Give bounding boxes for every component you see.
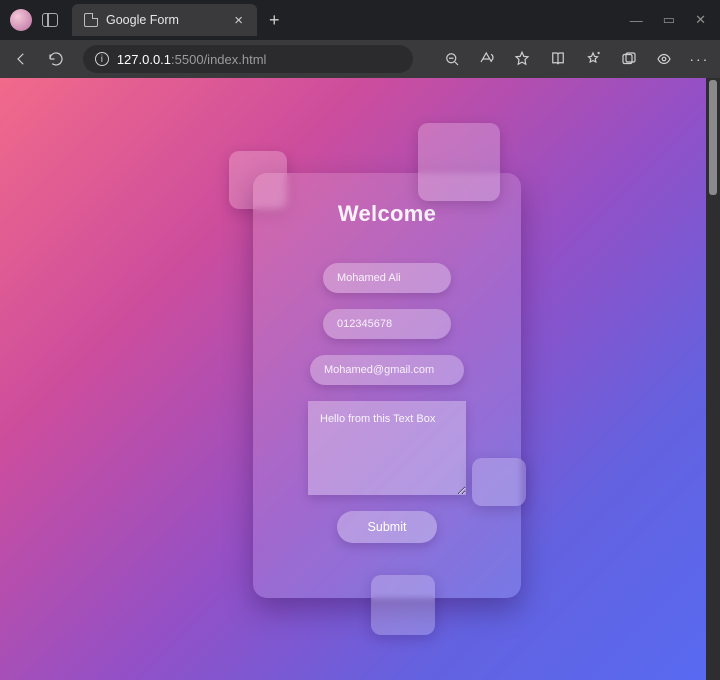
address-host: 127.0.0.1 [117,52,171,67]
submit-button[interactable]: Submit [337,511,437,543]
favorites-bar-icon[interactable] [582,46,603,72]
more-menu-icon[interactable]: ··· [689,46,710,72]
browser-tab[interactable]: Google Form × [72,4,257,36]
window-close-button[interactable]: ✕ [695,12,706,28]
zoom-icon[interactable] [441,46,462,72]
back-button[interactable] [10,46,31,72]
read-aloud-icon[interactable] [476,46,497,72]
decor-square-top-right [418,123,500,201]
tab-actions-icon[interactable] [42,13,58,27]
browser-titlebar: Google Form × + — ▭ ✕ [0,0,720,40]
browser-toolbar: i 127.0.0.1:5500/index.html ··· [0,40,720,78]
tab-close-button[interactable]: × [232,12,245,29]
site-info-icon[interactable]: i [95,52,109,66]
vertical-scrollbar[interactable] [706,78,720,680]
window-minimize-button[interactable]: — [630,13,643,28]
page-body: Welcome Submit [0,78,706,680]
name-input[interactable] [323,263,451,293]
collections-icon[interactable] [618,46,639,72]
address-rest: :5500/index.html [171,52,266,67]
reading-list-icon[interactable] [547,46,568,72]
welcome-card: Welcome Submit [253,173,521,598]
decor-square-middle-right [472,458,526,506]
profile-avatar-icon[interactable] [10,9,32,31]
form-heading: Welcome [338,201,436,227]
address-bar[interactable]: i 127.0.0.1:5500/index.html [83,45,413,73]
phone-input[interactable] [323,309,451,339]
refresh-button[interactable] [45,46,66,72]
page-icon [84,13,98,27]
message-textarea[interactable] [308,401,466,495]
extensions-icon[interactable] [653,46,674,72]
email-input[interactable] [310,355,464,385]
new-tab-button[interactable]: + [269,10,280,31]
viewport: Welcome Submit [0,78,720,680]
tab-title: Google Form [106,13,179,27]
favorite-icon[interactable] [512,46,533,72]
decor-square-bottom [371,575,435,635]
window-maximize-button[interactable]: ▭ [663,12,675,28]
